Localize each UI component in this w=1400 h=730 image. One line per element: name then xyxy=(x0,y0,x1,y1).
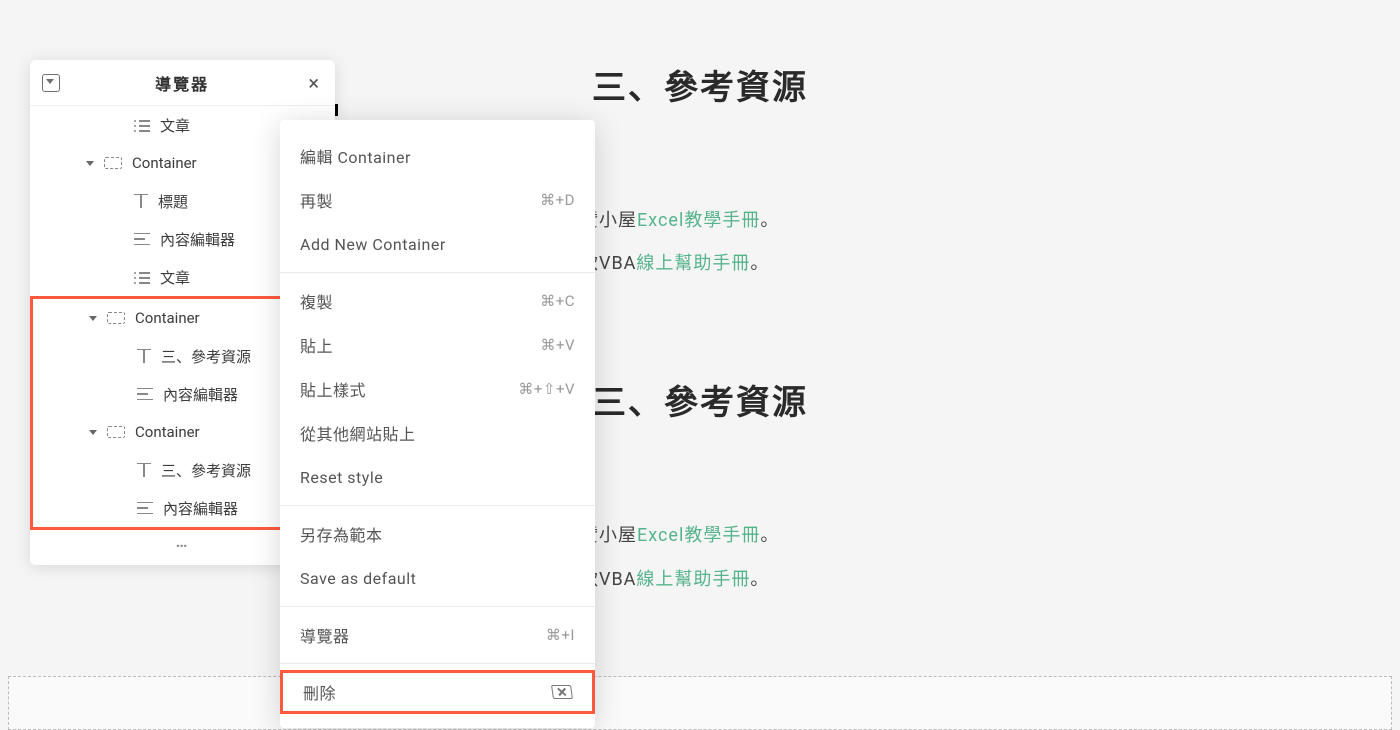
content-line: 軟VBA線上幫助手冊。 xyxy=(580,242,1400,285)
heading-icon xyxy=(137,349,151,363)
text-editor-icon xyxy=(134,233,150,245)
navigator-header: 導覽器 × xyxy=(30,60,335,106)
menu-item-label: Save as default xyxy=(300,569,416,588)
text-suffix: 。 xyxy=(760,525,779,546)
content-line: 贊小屋Excel教學手冊。 xyxy=(580,199,1400,242)
heading-icon xyxy=(137,463,151,477)
menu-item[interactable]: 另存為範本 xyxy=(280,512,595,556)
menu-shortcut: ⌘+C xyxy=(540,292,575,310)
menu-shortcut: ⌘+V xyxy=(540,336,575,354)
close-icon[interactable]: × xyxy=(304,71,323,95)
menu-item[interactable]: 導覽器 ⌘+I xyxy=(280,613,595,657)
container-icon xyxy=(107,312,125,324)
tree-item-label: 標題 xyxy=(158,191,188,212)
tree-item-label: Container xyxy=(135,309,200,327)
menu-item[interactable]: 貼上樣式 ⌘+⇧+V xyxy=(280,367,595,411)
menu-item[interactable]: Save as default xyxy=(280,556,595,600)
menu-item[interactable]: 貼上 ⌘+V xyxy=(280,323,595,367)
text-editor-icon xyxy=(137,388,153,400)
tree-item-label: 內容編輯器 xyxy=(163,384,238,405)
menu-group: 刪除 xyxy=(280,664,595,720)
menu-item-label: Reset style xyxy=(300,468,383,487)
menu-item-label: 另存為範本 xyxy=(300,522,383,546)
content-link[interactable]: Excel教學手冊 xyxy=(637,210,760,231)
content-line: 贊小屋Excel教學手冊。 xyxy=(580,514,1400,557)
posts-icon xyxy=(134,119,150,131)
menu-shortcut: ⌘+D xyxy=(540,191,575,209)
tree-item-label: 文章 xyxy=(160,267,190,288)
tree-item-label: Container xyxy=(135,423,200,441)
content-link[interactable]: 線上幫助手冊 xyxy=(636,569,750,590)
menu-item[interactable]: 再製 ⌘+D xyxy=(280,178,595,222)
tree-item-label: 三、參考資源 xyxy=(161,346,251,367)
menu-item-label: 貼上樣式 xyxy=(300,377,366,401)
menu-item-label: 刪除 xyxy=(303,680,336,704)
tree-item-label: 內容編輯器 xyxy=(163,498,238,519)
content-link[interactable]: Excel教學手冊 xyxy=(637,525,760,546)
chevron-down-icon[interactable] xyxy=(89,316,97,321)
menu-item-label: Add New Container xyxy=(300,235,446,254)
menu-item-label: 導覽器 xyxy=(300,623,350,647)
menu-group: 導覽器 ⌘+I xyxy=(280,607,595,664)
tree-item-label: 文章 xyxy=(160,115,190,136)
menu-item[interactable]: 刪除 xyxy=(280,670,595,714)
text-suffix: 。 xyxy=(760,210,779,231)
menu-item-label: 從其他網站貼上 xyxy=(300,421,416,445)
menu-item-label: 編輯 Container xyxy=(300,144,411,168)
chevron-down-icon[interactable] xyxy=(86,161,94,166)
empty-drop-zone[interactable] xyxy=(8,676,1392,730)
tree-item-label: 內容編輯器 xyxy=(160,229,235,250)
menu-item[interactable]: 複製 ⌘+C xyxy=(280,279,595,323)
menu-item-label: 再製 xyxy=(300,188,333,212)
menu-item[interactable]: 從其他網站貼上 xyxy=(280,411,595,455)
menu-item[interactable]: Add New Container xyxy=(280,222,595,266)
text-suffix: 。 xyxy=(750,253,769,274)
delete-icon xyxy=(551,685,573,699)
text-editor-icon xyxy=(137,502,153,514)
heading-icon xyxy=(134,194,148,208)
navigator-title: 導覽器 xyxy=(60,71,304,95)
text-suffix: 。 xyxy=(750,569,769,590)
section-body: 贊小屋Excel教學手冊。 軟VBA線上幫助手冊。 xyxy=(580,199,1400,285)
menu-item-label: 貼上 xyxy=(300,333,333,357)
menu-group: 編輯 Container 再製 ⌘+D Add New Container xyxy=(280,128,595,273)
edit-caret xyxy=(335,104,338,116)
content-link[interactable]: 線上幫助手冊 xyxy=(636,253,750,274)
posts-icon xyxy=(134,271,150,283)
chevron-down-icon[interactable] xyxy=(89,430,97,435)
menu-item[interactable]: 編輯 Container xyxy=(280,134,595,178)
context-menu: 編輯 Container 再製 ⌘+D Add New Container 複製 ⌘+C 貼… xyxy=(280,120,595,728)
menu-shortcut: ⌘+⇧+V xyxy=(518,380,575,398)
container-icon xyxy=(104,157,122,169)
navigator-dropdown-icon[interactable] xyxy=(42,74,60,92)
tree-item-label: Container xyxy=(132,154,197,172)
menu-group: 複製 ⌘+C 貼上 ⌘+V 貼上樣式 ⌘+⇧+V 從其他網站貼上 Reset style xyxy=(280,273,595,506)
container-icon xyxy=(107,426,125,438)
menu-shortcut: ⌘+I xyxy=(546,626,575,644)
menu-item-label: 複製 xyxy=(300,289,333,313)
content-line: 軟VBA線上幫助手冊。 xyxy=(580,558,1400,601)
menu-item[interactable]: Reset style xyxy=(280,455,595,499)
section-body: 贊小屋Excel教學手冊。 軟VBA線上幫助手冊。 xyxy=(580,514,1400,600)
tree-item-label: 三、參考資源 xyxy=(161,460,251,481)
menu-group: 另存為範本 Save as default xyxy=(280,506,595,607)
